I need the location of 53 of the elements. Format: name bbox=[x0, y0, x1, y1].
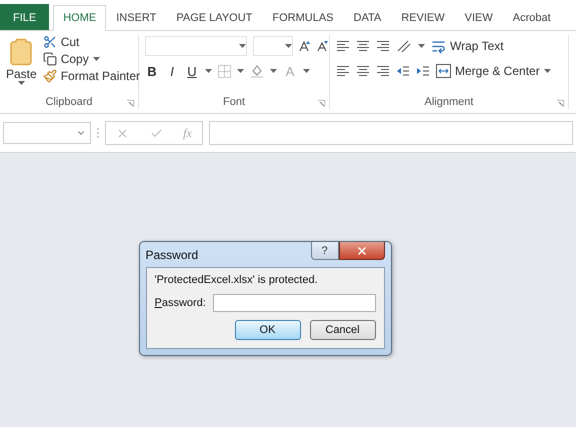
underline-button[interactable]: U bbox=[185, 64, 199, 78]
font-name-field[interactable] bbox=[145, 36, 247, 56]
dialog-launcher-icon[interactable] bbox=[557, 100, 564, 107]
caret-icon bbox=[544, 69, 551, 73]
help-button[interactable]: ? bbox=[310, 242, 338, 260]
merge-cells-icon bbox=[436, 64, 451, 78]
group-label: Font bbox=[222, 96, 245, 108]
grow-font-icon[interactable] bbox=[299, 40, 311, 52]
dialog-launcher-icon[interactable] bbox=[318, 100, 325, 107]
borders-icon[interactable] bbox=[218, 64, 231, 78]
caret-icon bbox=[237, 69, 244, 73]
dialog-launcher-icon[interactable] bbox=[127, 100, 134, 107]
copy-button[interactable]: Copy bbox=[42, 52, 140, 66]
group-label: Clipboard bbox=[45, 96, 93, 108]
copy-icon bbox=[42, 52, 57, 66]
dialog-title: Password bbox=[146, 248, 198, 262]
caret-icon bbox=[239, 44, 246, 48]
caret-icon bbox=[92, 57, 100, 61]
wrap-text-button[interactable]: Wrap Text bbox=[431, 38, 504, 54]
decrease-indent-icon[interactable] bbox=[396, 65, 410, 77]
align-right-icon[interactable] bbox=[376, 65, 390, 77]
format-painter-button[interactable]: Format Painter bbox=[42, 69, 140, 83]
file-tab[interactable]: FILE bbox=[0, 4, 50, 30]
paste-button[interactable]: Paste bbox=[6, 35, 37, 95]
paintbrush-icon bbox=[42, 69, 57, 83]
close-button[interactable] bbox=[338, 242, 384, 260]
ribbon-tab[interactable]: HOME bbox=[53, 5, 106, 31]
caret-icon bbox=[18, 81, 25, 85]
shrink-font-icon[interactable] bbox=[317, 40, 329, 52]
fill-color-icon[interactable] bbox=[250, 64, 264, 78]
cut-button[interactable]: Cut bbox=[42, 35, 140, 49]
caret-icon bbox=[270, 69, 277, 73]
wrap-text-icon bbox=[431, 38, 446, 54]
group-label: Alignment bbox=[424, 96, 474, 108]
bold-button[interactable]: B bbox=[145, 64, 159, 78]
font-size-field[interactable] bbox=[253, 36, 293, 56]
caret-icon bbox=[285, 44, 292, 48]
caret-icon bbox=[418, 44, 425, 48]
close-icon bbox=[356, 244, 368, 256]
formula-input[interactable] bbox=[209, 121, 573, 145]
caret-icon bbox=[303, 69, 310, 73]
italic-button[interactable]: I bbox=[165, 64, 179, 78]
align-center-icon[interactable] bbox=[356, 65, 370, 77]
dialog-button[interactable]: OK bbox=[234, 320, 300, 340]
align-left-icon[interactable] bbox=[336, 65, 350, 77]
password-field[interactable] bbox=[212, 294, 376, 312]
dialog-message: 'ProtectedExcel.xlsx' is protected. bbox=[154, 274, 319, 286]
dialog-button[interactable]: Cancel bbox=[310, 320, 376, 340]
scissors-icon bbox=[42, 35, 57, 49]
increase-indent-icon[interactable] bbox=[416, 65, 430, 77]
caret-icon bbox=[205, 69, 212, 73]
merge-center-button[interactable]: Merge & Center bbox=[436, 64, 551, 78]
field-label: Password: bbox=[154, 297, 206, 309]
